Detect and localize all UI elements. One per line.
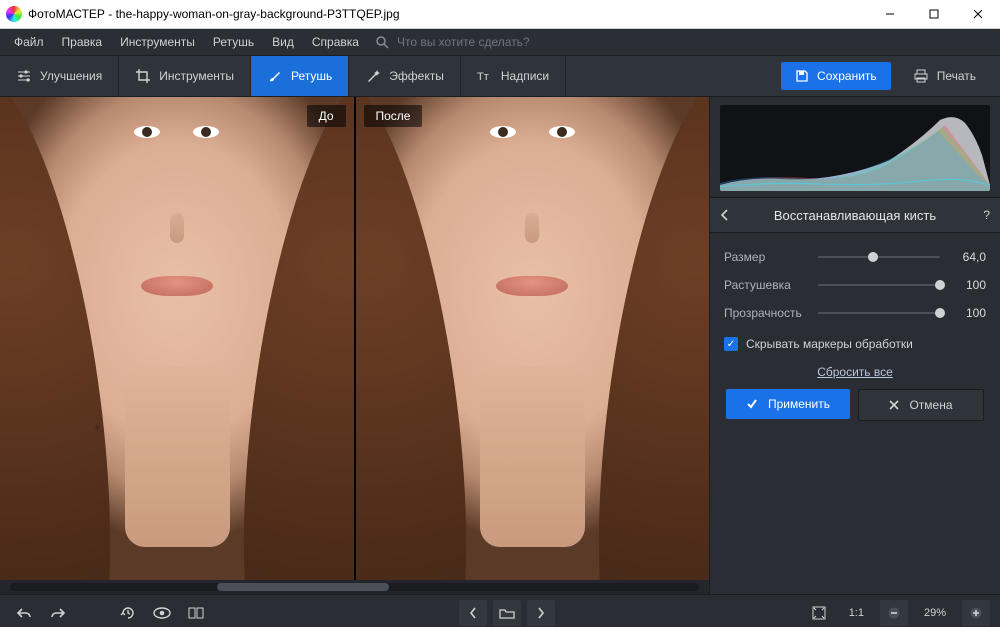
- preview-button[interactable]: [148, 600, 176, 626]
- search-icon: [375, 35, 389, 49]
- save-button[interactable]: Сохранить: [781, 62, 891, 90]
- tab-label: Ретушь: [291, 69, 332, 83]
- slider-opacity-value: 100: [950, 306, 986, 320]
- before-label: До: [307, 105, 346, 127]
- svg-text:Tᴛ: Tᴛ: [477, 71, 489, 83]
- text-icon: Tᴛ: [477, 68, 493, 84]
- search-hint[interactable]: Что вы хотите сделать?: [397, 35, 530, 49]
- check-icon: [746, 398, 758, 410]
- panel-header: Восстанавливающая кисть ?: [710, 197, 1000, 233]
- apply-label: Применить: [768, 397, 830, 411]
- print-icon: [913, 69, 929, 83]
- app-icon: [6, 6, 22, 22]
- slider-feather-value: 100: [950, 278, 986, 292]
- hide-markers-checkbox[interactable]: ✓ Скрывать маркеры обработки: [724, 337, 986, 351]
- crop-icon: [135, 68, 151, 84]
- histogram: [720, 105, 990, 191]
- window-minimize-button[interactable]: [868, 0, 912, 28]
- print-label: Печать: [937, 69, 976, 83]
- horizontal-scrollbar[interactable]: [0, 580, 709, 594]
- slider-opacity-label: Прозрачность: [724, 306, 808, 320]
- tab-label: Инструменты: [159, 69, 234, 83]
- wand-icon: [365, 68, 381, 84]
- history-button[interactable]: [114, 600, 142, 626]
- cancel-label: Отмена: [909, 398, 952, 412]
- window-maximize-button[interactable]: [912, 0, 956, 28]
- sliders-icon: [16, 68, 32, 84]
- canvas-area: До После: [0, 97, 709, 594]
- main-toolbar: Улучшения Инструменты Ретушь Эффекты Tᴛ …: [0, 56, 1000, 97]
- panel-title: Восстанавливающая кисть: [740, 208, 970, 223]
- window-close-button[interactable]: [956, 0, 1000, 28]
- save-icon: [795, 69, 809, 83]
- fit-screen-button[interactable]: [805, 600, 833, 626]
- tab-text[interactable]: Tᴛ Надписи: [461, 56, 566, 96]
- zoom-level[interactable]: 29%: [914, 600, 956, 626]
- save-label: Сохранить: [817, 69, 877, 83]
- slider-size-value: 64,0: [950, 250, 986, 264]
- tab-label: Надписи: [501, 69, 549, 83]
- cancel-button[interactable]: Отмена: [858, 389, 984, 421]
- tab-enhancements[interactable]: Улучшения: [0, 56, 119, 96]
- tab-label: Эффекты: [389, 69, 444, 83]
- compare-button[interactable]: [182, 600, 210, 626]
- menu-view[interactable]: Вид: [264, 31, 302, 53]
- brush-icon: [267, 68, 283, 84]
- check-icon: ✓: [724, 337, 738, 351]
- menu-edit[interactable]: Правка: [54, 31, 111, 53]
- reset-all-link[interactable]: Сбросить все: [724, 365, 986, 379]
- menu-tools[interactable]: Инструменты: [112, 31, 203, 53]
- open-folder-button[interactable]: [493, 600, 521, 626]
- panel-back-button[interactable]: [720, 209, 740, 221]
- menu-bar: Файл Правка Инструменты Ретушь Вид Справ…: [0, 29, 1000, 56]
- hide-markers-label: Скрывать маркеры обработки: [746, 337, 913, 351]
- right-panel: Восстанавливающая кисть ? Размер 64,0 Ра…: [709, 97, 1000, 594]
- zoom-out-button[interactable]: [880, 600, 908, 626]
- slider-feather-label: Растушевка: [724, 278, 808, 292]
- after-image: После: [356, 97, 710, 580]
- slider-size-label: Размер: [724, 250, 808, 264]
- before-image: До: [0, 97, 354, 580]
- tab-effects[interactable]: Эффекты: [349, 56, 461, 96]
- redo-button[interactable]: [44, 600, 72, 626]
- zoom-actual-button[interactable]: 1:1: [839, 600, 874, 626]
- menu-help[interactable]: Справка: [304, 31, 367, 53]
- image-canvas[interactable]: До После: [0, 97, 709, 580]
- panel-controls: Размер 64,0 Растушевка 100 Прозрачность …: [710, 233, 1000, 431]
- slider-size[interactable]: [818, 250, 940, 264]
- apply-button[interactable]: Применить: [726, 389, 850, 419]
- undo-button[interactable]: [10, 600, 38, 626]
- print-button[interactable]: Печать: [899, 62, 990, 90]
- bottom-bar: 1:1 29%: [0, 594, 1000, 627]
- close-icon: [889, 400, 899, 410]
- slider-feather[interactable]: [818, 278, 940, 292]
- prev-image-button[interactable]: [459, 600, 487, 626]
- menu-retouch[interactable]: Ретушь: [205, 31, 262, 53]
- tab-retouch[interactable]: Ретушь: [251, 56, 349, 96]
- tab-label: Улучшения: [40, 69, 102, 83]
- window-title: ФотоМАСТЕР - the-happy-woman-on-gray-bac…: [28, 7, 868, 21]
- slider-opacity[interactable]: [818, 306, 940, 320]
- menu-file[interactable]: Файл: [6, 31, 52, 53]
- window-titlebar: ФотоМАСТЕР - the-happy-woman-on-gray-bac…: [0, 0, 1000, 29]
- tab-tools[interactable]: Инструменты: [119, 56, 251, 96]
- after-label: После: [364, 105, 423, 127]
- panel-help-button[interactable]: ?: [970, 208, 990, 222]
- zoom-in-button[interactable]: [962, 600, 990, 626]
- scrollbar-thumb[interactable]: [217, 583, 389, 591]
- next-image-button[interactable]: [527, 600, 555, 626]
